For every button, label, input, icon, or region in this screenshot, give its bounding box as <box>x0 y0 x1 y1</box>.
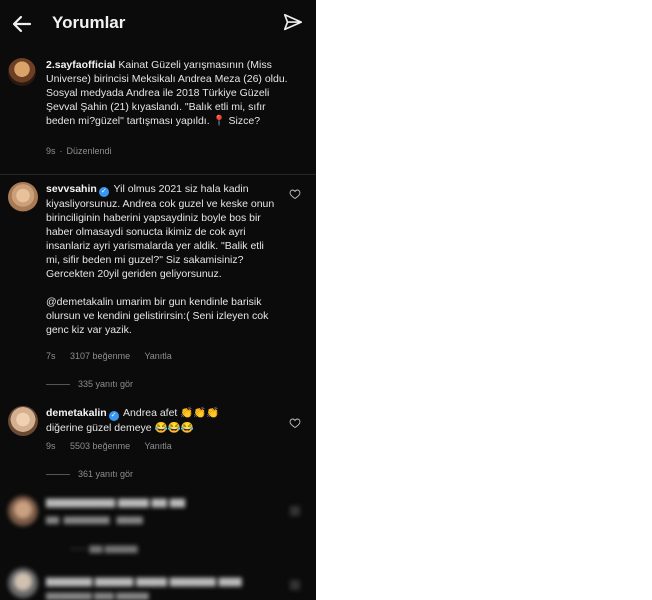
comment-likes[interactable]: 5503 beğenme <box>70 441 130 451</box>
reply-button[interactable]: Yanıtla <box>144 441 171 451</box>
paper-plane-icon[interactable] <box>282 12 304 34</box>
heart-outline-icon[interactable] <box>289 417 301 429</box>
arrow-left-icon[interactable] <box>10 12 34 36</box>
blurred-heart <box>290 506 300 516</box>
comment-time: 9s <box>46 441 56 451</box>
page-title: Yorumlar <box>52 13 126 32</box>
reply-button[interactable]: Yanıtla <box>144 351 171 361</box>
blurred-comment-line: ▆▆▆▆▆▆▆ ▆▆▆ ▆▆▆▆▆ <box>46 590 149 600</box>
comments-screen: Yorumlar 2.sayfaofficial Kainat Güzeli y… <box>0 0 316 600</box>
avatar[interactable] <box>8 406 38 436</box>
divider <box>0 174 316 175</box>
comment: demetakalin ✓ Andrea afet 👏👏👏 diğerine gü… <box>46 406 252 435</box>
view-replies-button[interactable]: 335 yanıtı gör <box>46 379 133 389</box>
comment: sevvsahin ✓ Yil olmus 2021 siz hala kadin… <box>46 182 278 337</box>
comment-meta: 9s 5503 beğenme Yanıtla <box>46 441 184 451</box>
comment-username[interactable]: demetakalin <box>46 407 107 419</box>
comment-likes[interactable]: 3107 beğenme <box>70 351 130 361</box>
blurred-comment: ▆▆▆▆▆▆ ▆▆▆▆▆ ▆▆▆▆ ▆▆▆▆▆▆ ▆▆▆ <box>46 576 242 587</box>
view-replies-button[interactable]: 361 yanıtı gör <box>46 469 133 479</box>
caption-username[interactable]: 2.sayfaofficial <box>46 59 115 71</box>
replies-line <box>46 473 70 475</box>
avatar[interactable] <box>8 58 36 86</box>
avatar[interactable] <box>8 182 38 212</box>
blurred-heart <box>290 580 300 590</box>
caption-meta: 9s · Düzenlendi <box>46 146 112 156</box>
caption-edited: Düzenlendi <box>66 146 112 156</box>
view-replies-label: 335 yanıtı gör <box>78 379 134 389</box>
blurred-comment-meta: ▆▆ ▆▆▆▆▆▆▆ ▆▆▆▆ <box>46 514 143 524</box>
view-replies-label: 361 yanıtı gör <box>78 469 134 479</box>
replies-line <box>46 383 70 385</box>
header-bar: Yorumlar <box>0 0 316 48</box>
comment-meta: 7s 3107 beğenme Yanıtla <box>46 351 184 361</box>
comment-body-mention: @demetakalin umarim bir gun kendinle bar… <box>46 296 269 336</box>
blurred-replies: —— ▆▆ ▆▆▆▆▆ <box>70 543 138 553</box>
comment-username[interactable]: sevvsahin <box>46 183 97 195</box>
verified-badge-icon: ✓ <box>98 187 109 197</box>
verified-badge-icon: ✓ <box>108 411 119 421</box>
comment-body: Yil olmus 2021 siz hala kadin kiyasliyor… <box>46 183 275 280</box>
blurred-avatar <box>8 568 38 598</box>
heart-outline-icon[interactable] <box>289 188 301 200</box>
blurred-avatar <box>8 496 38 526</box>
blurred-comment: ▆▆▆▆▆▆▆▆▆ ▆▆▆▆ ▆▆ ▆▆ <box>46 497 186 508</box>
caption-text: 2.sayfaofficial Kainat Güzeli yarışmasın… <box>46 58 288 128</box>
comment-time: 7s <box>46 351 56 361</box>
caption-time: 9s <box>46 146 56 156</box>
